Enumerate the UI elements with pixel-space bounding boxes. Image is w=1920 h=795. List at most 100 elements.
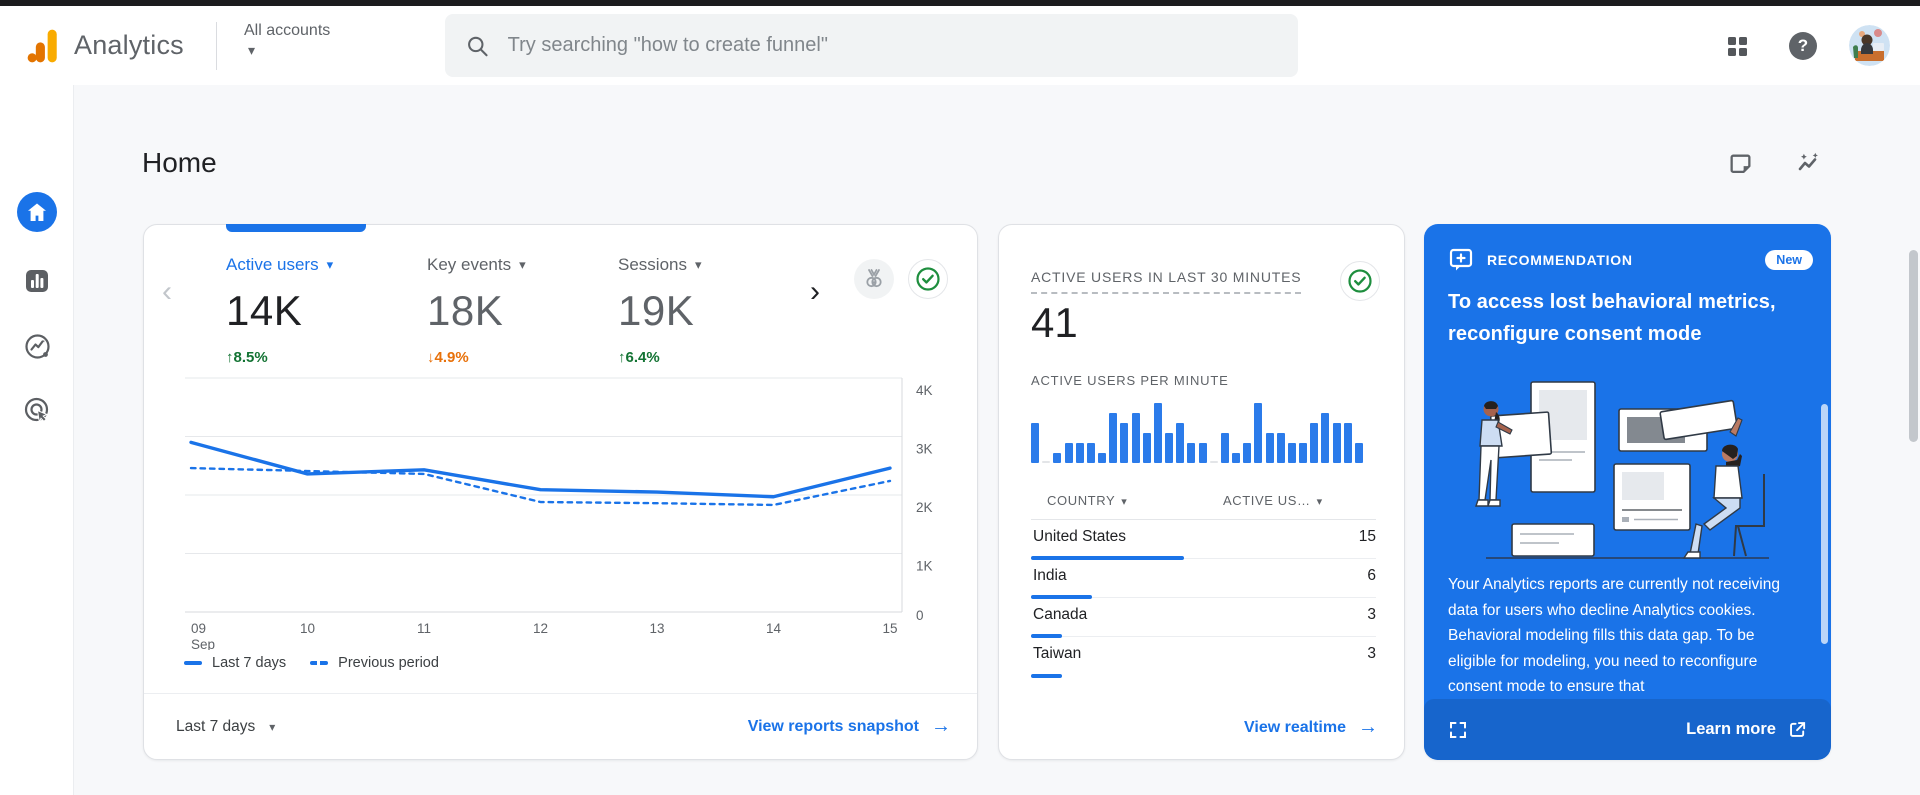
check-circle-icon <box>915 266 941 292</box>
per-minute-bar <box>1109 413 1117 463</box>
legend-solid-swatch <box>184 661 202 665</box>
y-axis-tick-label: 1K <box>916 559 933 574</box>
main-content: Home ‹ Active users <box>75 85 1920 795</box>
per-minute-bar <box>1288 443 1296 463</box>
country-value-bar <box>1031 674 1062 678</box>
page-title: Home <box>142 147 217 179</box>
apps-grid-icon <box>1724 33 1750 59</box>
per-minute-bar <box>1132 413 1140 463</box>
apps-grid-button[interactable] <box>1717 26 1757 66</box>
metric-value: 18K <box>427 287 526 335</box>
explore-icon <box>24 333 51 360</box>
x-axis-tick-label: 09 <box>191 621 206 636</box>
legend-dashed-swatch <box>310 661 328 665</box>
advertising-icon <box>24 397 51 424</box>
realtime-card-footer: View realtime → <box>1244 716 1378 739</box>
table-body: United States15India6Canada3 Taiwan 3 <box>1031 520 1376 676</box>
global-search[interactable] <box>445 14 1298 77</box>
country-column-header[interactable]: COUNTRY▾ <box>1047 493 1127 508</box>
x-axis-tick-label: 14 <box>766 621 782 636</box>
metrics-prev-button[interactable]: ‹ <box>156 277 178 307</box>
arrow-right-icon: → <box>1358 716 1378 739</box>
search-input[interactable] <box>508 34 1278 57</box>
recommendation-body: Your Analytics reports are currently not… <box>1448 572 1796 699</box>
date-range-selector[interactable]: Last 7 days ▾ <box>176 718 275 736</box>
insights-button[interactable] <box>1788 143 1828 183</box>
brand[interactable]: Analytics <box>24 6 184 85</box>
active-users-per-minute-chart <box>1031 401 1363 463</box>
country-row[interactable]: India6 <box>1031 559 1376 598</box>
active-tab-indicator <box>226 224 366 232</box>
per-minute-bar <box>1165 433 1173 463</box>
realtime-data-quality-badge[interactable] <box>1340 261 1380 301</box>
learn-more-button[interactable]: Learn more <box>1686 720 1807 739</box>
metric-key-events[interactable]: Key events ▾ 18K ↓4.9% <box>427 255 526 366</box>
active-users-count: 3 <box>1367 645 1376 663</box>
per-minute-bar <box>1187 443 1195 463</box>
account-switcher-label: All accounts <box>244 22 330 39</box>
note-page-icon <box>1728 151 1753 176</box>
metric-label: Key events <box>427 255 511 275</box>
header-divider <box>216 22 217 70</box>
per-minute-bar <box>1076 443 1084 463</box>
country-row[interactable]: Taiwan 3 <box>1031 637 1376 676</box>
per-minute-bar <box>1232 453 1240 463</box>
account-switcher[interactable]: All accounts ▾ <box>244 22 330 59</box>
benchmark-medal-badge[interactable] <box>854 259 894 299</box>
per-minute-bar <box>1266 433 1274 463</box>
home-icon <box>17 192 57 232</box>
help-button[interactable]: ? <box>1783 26 1823 66</box>
overview-card: ‹ Active users ▾ 14K ↑8.5% Key events ▾ … <box>143 224 978 760</box>
delta-arrow-icon: ↑ <box>226 349 234 366</box>
recommendation-footer: Learn more <box>1424 699 1831 760</box>
country-row[interactable]: Canada3 <box>1031 598 1376 637</box>
sidebar-item-home[interactable] <box>17 192 57 232</box>
metric-delta: ↑8.5% <box>226 349 333 366</box>
metric-active-users[interactable]: Active users ▾ 14K ↑8.5% <box>226 255 333 366</box>
recommendation-title: To access lost behavioral metrics, recon… <box>1448 286 1788 350</box>
avatar-image <box>1849 25 1890 66</box>
caret-down-icon: ▾ <box>248 42 330 59</box>
brand-name: Analytics <box>74 30 184 61</box>
per-minute-bar <box>1310 423 1318 463</box>
page-scrollbar-thumb[interactable] <box>1909 250 1918 442</box>
per-minute-bar <box>1355 443 1363 463</box>
x-axis-tick-label: 11 <box>417 621 431 636</box>
per-minute-bar <box>1199 443 1207 463</box>
metrics-next-button[interactable]: › <box>804 277 826 307</box>
active-users-count: 15 <box>1359 528 1376 546</box>
active-users-column-header[interactable]: ACTIVE US…▾ <box>1223 493 1323 508</box>
help-icon: ? <box>1789 32 1817 60</box>
data-quality-badge[interactable] <box>908 259 948 299</box>
caret-down-icon: ▾ <box>1317 496 1323 508</box>
card-scrollbar-thumb[interactable] <box>1821 404 1828 644</box>
expand-fullscreen-icon <box>1448 720 1468 740</box>
expand-button[interactable] <box>1448 720 1468 740</box>
search-icon <box>465 33 490 59</box>
country-name: Taiwan <box>1033 645 1081 663</box>
overview-card-footer: Last 7 days ▾ View reports snapshot → <box>144 693 977 759</box>
caret-down-icon: ▾ <box>1121 496 1127 508</box>
caret-down-icon: ▾ <box>327 257 334 273</box>
metric-sessions[interactable]: Sessions ▾ 19K ↑6.4% <box>618 255 702 366</box>
account-avatar[interactable] <box>1849 25 1890 66</box>
sidebar-item-advertising[interactable] <box>17 390 57 430</box>
header-actions: ? <box>1717 6 1890 85</box>
country-row[interactable]: United States15 <box>1031 520 1376 559</box>
per-minute-bar <box>1087 443 1095 463</box>
metric-value: 19K <box>618 287 702 335</box>
per-minute-bar <box>1344 423 1352 463</box>
legend-label: Previous period <box>338 655 439 671</box>
per-minute-bar <box>1031 423 1039 463</box>
per-minute-bar <box>1042 461 1050 463</box>
sidebar-item-reports[interactable] <box>17 261 57 301</box>
view-reports-snapshot-link[interactable]: View reports snapshot → <box>748 715 951 738</box>
caret-down-icon: ▾ <box>695 257 702 273</box>
x-axis-tick-label: 10 <box>300 621 315 636</box>
y-axis-tick-label: 2K <box>916 500 933 515</box>
notes-button[interactable] <box>1720 143 1760 183</box>
view-realtime-link[interactable]: View realtime → <box>1244 716 1378 739</box>
recommendation-eyebrow: RECOMMENDATION <box>1487 252 1633 268</box>
sidebar-item-explore[interactable] <box>17 326 57 366</box>
metric-value: 14K <box>226 287 333 335</box>
